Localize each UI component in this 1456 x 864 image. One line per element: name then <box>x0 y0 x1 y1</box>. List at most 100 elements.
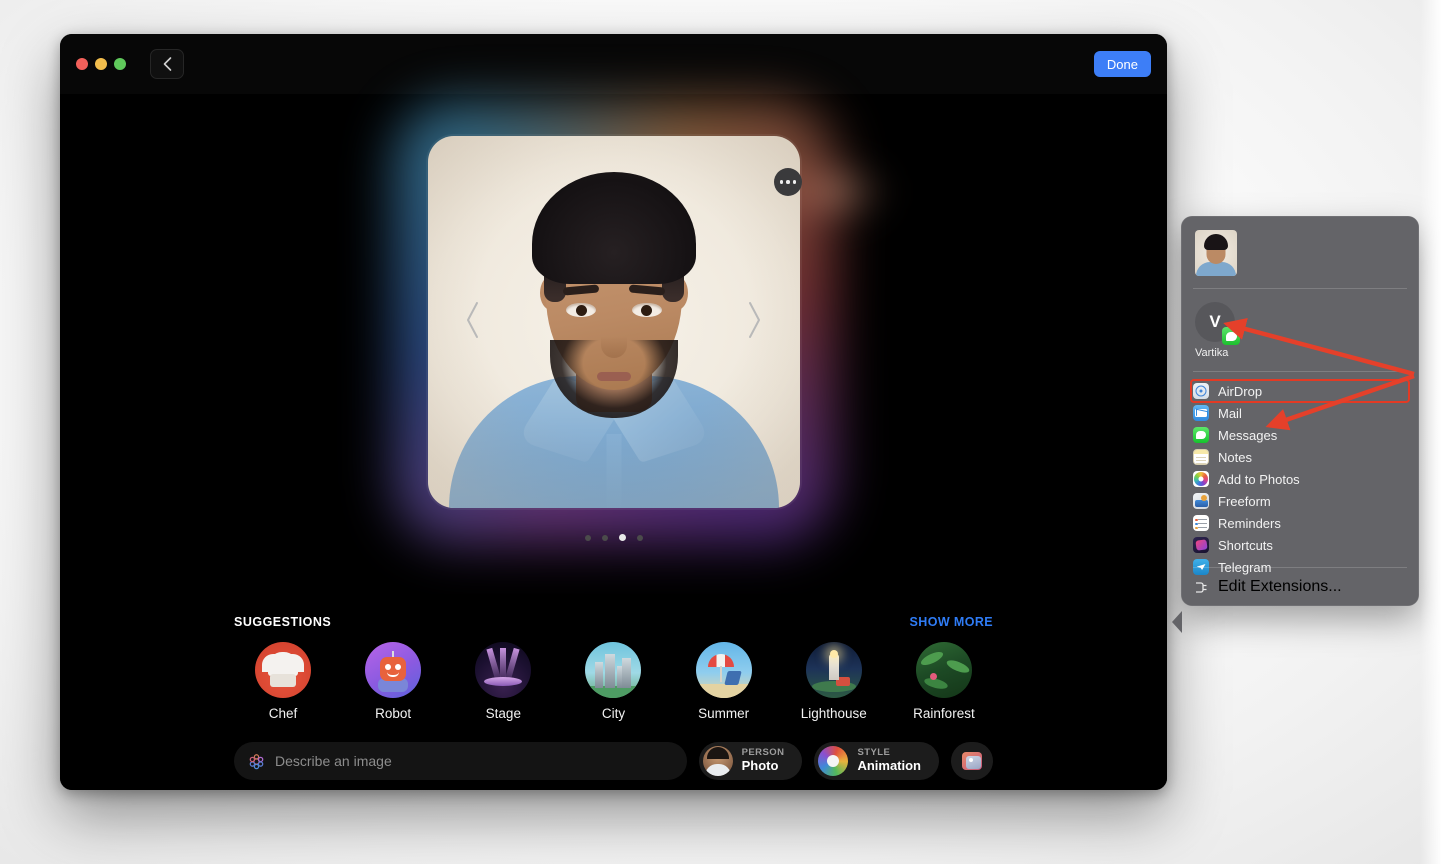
suggestion-list: Chef Robot Stage City Summer Lighthouse Rainfo… <box>234 642 993 721</box>
share-item-shortcuts[interactable]: Shortcuts <box>1181 534 1419 556</box>
ellipsis-icon-dot <box>779 180 784 184</box>
contact-avatar: V <box>1195 302 1240 345</box>
share-item-label: Freeform <box>1218 493 1271 509</box>
photo-picker-button[interactable] <box>951 742 993 780</box>
image-playground-window: Done SUGGESTIONS SHOW MORE Chef Robot St… <box>60 34 1167 790</box>
photo-library-icon <box>962 752 982 770</box>
back-button[interactable] <box>150 49 184 79</box>
share-item-messages[interactable]: Messages <box>1181 424 1419 446</box>
divider <box>1193 371 1407 372</box>
share-item-freeform[interactable]: Freeform <box>1181 490 1419 512</box>
share-item-label: Notes <box>1218 449 1252 465</box>
chef-hat-icon <box>255 642 311 698</box>
close-window-button[interactable] <box>76 58 88 70</box>
carousel-page-dots <box>584 534 643 541</box>
rainforest-icon <box>915 642 972 698</box>
person-chip-value: Photo <box>741 757 779 773</box>
maximize-window-button[interactable] <box>114 58 126 70</box>
share-footer: Edit Extensions... <box>1181 576 1419 598</box>
carousel-dot[interactable] <box>618 534 626 541</box>
share-item-label: Messages <box>1218 427 1278 443</box>
prompt-row: PERSON Photo STYLE Animation <box>234 742 993 780</box>
airdrop-icon <box>1193 383 1209 399</box>
ellipsis-icon-dot <box>786 180 790 184</box>
reminders-icon <box>1193 515 1209 531</box>
carousel-dot[interactable] <box>584 534 591 541</box>
share-item-add-to-photos[interactable]: Add to Photos <box>1181 468 1419 490</box>
next-image-button[interactable] <box>741 292 767 348</box>
share-item-label: Reminders <box>1218 515 1281 531</box>
suggestion-label: Chef <box>268 706 298 721</box>
share-popover: V Vartika AirDrop Mail Messages Notes Add to… <box>1172 216 1419 633</box>
suggestion-item[interactable]: Rainforest <box>895 642 993 721</box>
shortcuts-icon <box>1193 537 1209 553</box>
messages-icon <box>1193 427 1209 443</box>
city-icon <box>585 642 642 698</box>
stage-icon <box>475 642 532 698</box>
share-item-reminders[interactable]: Reminders <box>1181 512 1419 534</box>
robot-icon <box>365 642 422 698</box>
suggestion-item[interactable]: City <box>564 642 662 721</box>
share-item-label: AirDrop <box>1218 383 1263 399</box>
suggestion-item[interactable]: Stage <box>454 642 552 721</box>
contact-initial: V <box>1209 312 1221 331</box>
share-app-list: AirDrop Mail Messages Notes Add to Photos Fre… <box>1181 379 1419 578</box>
popover-tail <box>1172 611 1182 633</box>
share-item-label: Mail <box>1218 405 1242 421</box>
person-chip[interactable]: PERSON Photo <box>698 742 803 780</box>
edit-extensions-item[interactable]: Edit Extensions... <box>1181 576 1419 598</box>
prompt-input[interactable] <box>275 753 673 769</box>
minimize-window-button[interactable] <box>95 58 107 70</box>
suggestion-label: Stage <box>485 706 521 721</box>
done-button[interactable]: Done <box>1093 51 1151 77</box>
suggestion-item[interactable]: Lighthouse <box>785 642 883 721</box>
show-more-button[interactable]: SHOW MORE <box>910 615 993 629</box>
desktop-background-edge <box>1420 0 1456 864</box>
share-contact-vartika[interactable]: V Vartika <box>1195 302 1269 359</box>
suggestion-item[interactable]: Robot <box>344 642 442 721</box>
chevron-left-icon <box>467 302 478 338</box>
style-swatch-icon <box>818 746 849 776</box>
share-item-mail[interactable]: Mail <box>1181 402 1419 424</box>
share-preview-thumbnail <box>1195 230 1237 276</box>
image-canvas-area <box>60 94 1167 594</box>
messages-badge-icon <box>1222 327 1240 345</box>
share-item-label: Shortcuts <box>1218 537 1273 553</box>
mail-icon <box>1193 405 1209 421</box>
suggestion-label: Robot <box>375 706 412 721</box>
share-item-label: Add to Photos <box>1218 471 1300 487</box>
suggestion-label: Rainforest <box>913 706 975 721</box>
carousel-dot[interactable] <box>601 534 608 541</box>
contact-name: Vartika <box>1195 347 1229 359</box>
divider <box>1193 567 1407 568</box>
suggestion-item[interactable]: Summer <box>675 642 773 721</box>
style-chip-value: Animation <box>857 757 921 773</box>
extensions-icon <box>1193 579 1209 595</box>
notes-icon <box>1193 449 1209 465</box>
suggestions-header: SUGGESTIONS SHOW MORE <box>234 615 993 629</box>
previous-image-button[interactable] <box>460 292 486 348</box>
suggestion-label: Summer <box>698 706 750 721</box>
suggestions-title: SUGGESTIONS <box>234 615 332 629</box>
suggestion-item[interactable]: Chef <box>234 642 332 721</box>
lighthouse-icon <box>805 642 862 698</box>
prompt-input-wrapper[interactable] <box>234 742 687 780</box>
more-options-button[interactable] <box>774 168 802 196</box>
chevron-left-icon <box>163 57 171 71</box>
suggestion-label: Lighthouse <box>800 706 867 721</box>
chevron-right-icon <box>749 302 760 338</box>
share-preview <box>1195 230 1237 276</box>
window-titlebar: Done <box>60 34 1167 94</box>
style-chip[interactable]: STYLE Animation <box>814 742 939 780</box>
share-item-notes[interactable]: Notes <box>1181 446 1419 468</box>
photos-icon <box>1193 471 1209 487</box>
suggestion-label: City <box>601 706 626 721</box>
ellipsis-icon-dot <box>792 180 797 184</box>
summer-beach-icon <box>695 642 752 698</box>
carousel-dot[interactable] <box>636 534 643 541</box>
share-item-airdrop[interactable]: AirDrop <box>1190 379 1410 403</box>
image-playground-icon <box>249 753 264 769</box>
suggestions-section: SUGGESTIONS SHOW MORE Chef Robot Stage City… <box>60 594 1167 790</box>
divider <box>1193 288 1407 289</box>
edit-extensions-label: Edit Extensions... <box>1218 578 1342 595</box>
